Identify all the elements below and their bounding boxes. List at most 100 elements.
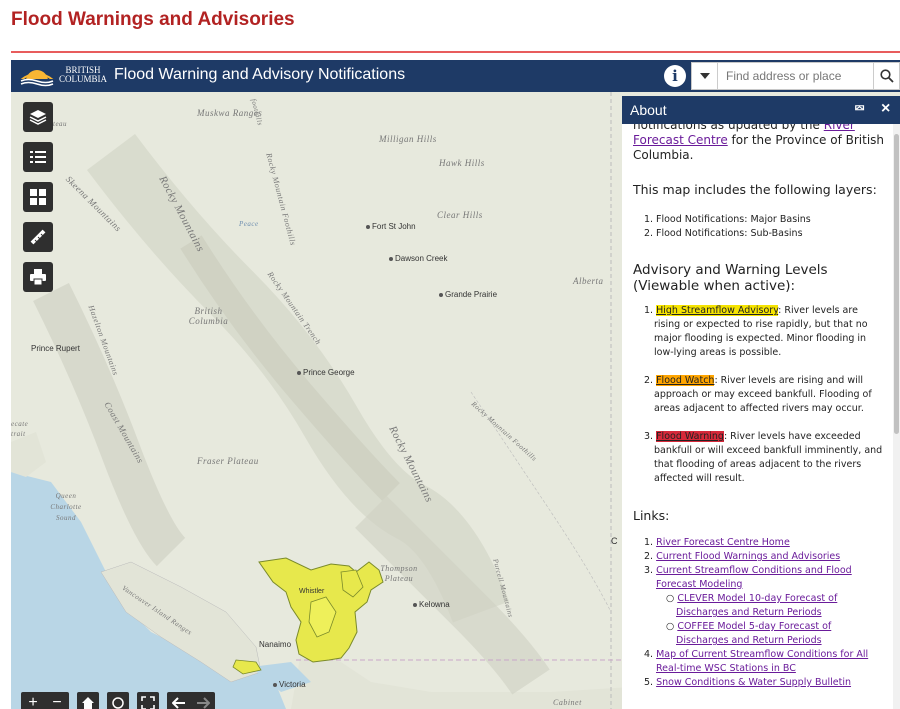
search-source-dropdown[interactable] <box>692 63 718 89</box>
about-intro: notifications as updated by the River Fo… <box>633 124 888 163</box>
printer-icon <box>30 269 46 286</box>
list-item: ○ COFFEE Model 5-day Forecast of Dischar… <box>666 621 832 646</box>
fullscreen-button[interactable] <box>137 692 159 709</box>
basemap-gallery-button[interactable] <box>23 182 53 212</box>
about-panel-title: About <box>630 102 667 118</box>
terrain-label: British Columbia <box>188 306 229 326</box>
app-header: BRITISH COLUMBIA Flood Warning and Advis… <box>11 60 900 92</box>
about-scrollbar[interactable] <box>893 124 900 709</box>
terrain-label: Clear Hills <box>437 210 483 220</box>
terrain-label: Thompson Plateau <box>380 564 418 583</box>
city-name: Whistler <box>299 588 325 595</box>
bc-wordmark: BRITISH COLUMBIA <box>59 66 107 84</box>
list-item: 4. Map of Current Streamflow Conditions … <box>644 649 869 674</box>
warning-level-link[interactable]: Flood Warning <box>656 431 724 442</box>
list-item: ○ CLEVER Model 10-day Forecast of Discha… <box>666 593 838 618</box>
arrow-left-icon[interactable] <box>172 697 186 709</box>
list-icon <box>30 151 46 163</box>
layers-heading: This map includes the following layers: <box>633 182 877 197</box>
terrain-label: Peace <box>239 220 259 228</box>
link-streamflow-conditions[interactable]: Current Streamflow Conditions and Flood … <box>656 565 852 590</box>
intro-text: notifications as updated by the <box>633 124 824 132</box>
title-rule <box>11 51 900 53</box>
fullscreen-icon <box>141 696 155 709</box>
caret-down-icon <box>699 73 710 79</box>
link-clever-model[interactable]: CLEVER Model 10-day Forecast of Discharg… <box>676 593 837 618</box>
about-panel: About ⮹ × notifications as updated by th… <box>622 96 900 709</box>
layers-list: 1. Flood Notifications: Major Basins 2. Fl… <box>644 213 886 241</box>
zoom-out-button[interactable]: − <box>52 694 61 709</box>
terrain-label: trait <box>11 430 26 438</box>
about-panel-body: notifications as updated by the River Fo… <box>622 124 892 709</box>
collapse-icon[interactable]: ⮹ <box>854 100 865 117</box>
link-coffee-model[interactable]: COFFEE Model 5-day Forecast of Discharge… <box>676 621 831 646</box>
link-river-forecast-centre-home[interactable]: River Forecast Centre Home <box>656 537 790 548</box>
home-button[interactable] <box>77 692 99 709</box>
city-label: Dawson Creek <box>389 254 447 263</box>
list-item: 2. Flood Watch: River levels are rising … <box>644 375 872 414</box>
search-widget <box>691 62 900 90</box>
city-label: Whistler <box>299 588 324 595</box>
terrain-label: Queen Charlotte Sound <box>50 492 82 522</box>
list-item: 1. Flood Notifications: Major Basins <box>644 214 811 225</box>
info-button[interactable]: i <box>664 65 686 87</box>
city-name: C <box>611 536 618 546</box>
links-heading: Links: <box>633 508 670 523</box>
city-name: Nanaimo <box>259 640 292 649</box>
list-item: 1. High Streamflow Advisory: River level… <box>644 305 868 358</box>
list-item: 2. Flood Notifications: Sub-Basins <box>644 228 803 239</box>
link-current-flood-warnings[interactable]: Current Flood Warnings and Advisories <box>656 551 840 562</box>
layer-name: Flood Notifications: Sub-Basins <box>656 228 803 239</box>
city-name: Kelowna <box>419 600 450 609</box>
terrain-label: Alberta <box>573 276 604 286</box>
print-button[interactable] <box>23 262 53 292</box>
link-wsc-stations-map[interactable]: Map of Current Streamflow Conditions for… <box>656 649 868 674</box>
arrow-right-icon[interactable] <box>196 697 210 709</box>
watch-level-link[interactable]: Flood Watch <box>656 375 715 386</box>
layers-icon <box>29 110 47 125</box>
scrollbar-thumb[interactable] <box>894 134 899 434</box>
locate-button[interactable] <box>107 692 129 709</box>
list-item: 1. River Forecast Centre Home <box>644 537 790 548</box>
zoom-controls: + − <box>21 692 69 709</box>
layers-button[interactable] <box>23 102 53 132</box>
search-icon <box>879 69 894 83</box>
zoom-in-button[interactable]: + <box>28 694 37 709</box>
city-dot <box>366 224 370 229</box>
terrain-label: Hawk Hills <box>439 158 485 168</box>
bc-logo-icon[interactable] <box>19 63 55 87</box>
search-input[interactable] <box>718 63 873 89</box>
bc-line2: COLUMBIA <box>59 74 108 84</box>
links-list: 1. River Forecast Centre Home 2. Current… <box>644 536 886 690</box>
city-dot <box>273 682 277 687</box>
legend-button[interactable] <box>23 142 53 172</box>
city-name: Grande Prairie <box>445 290 498 299</box>
app-title: Flood Warning and Advisory Notifications <box>114 66 406 83</box>
ruler-icon <box>30 229 46 245</box>
link-snow-conditions[interactable]: Snow Conditions & Water Supply Bulletin <box>656 677 851 688</box>
search-button[interactable] <box>873 63 899 89</box>
terrain-label: ecate <box>11 420 29 428</box>
terrain-label: teau <box>53 120 68 128</box>
city-name: Prince George <box>303 368 355 377</box>
list-item: 3. Current Streamflow Conditions and Flo… <box>644 565 852 590</box>
city-label: Nanaimo <box>259 640 291 649</box>
city-label: C <box>611 536 618 546</box>
city-name: Fort St John <box>372 222 416 231</box>
city-name: Prince Rupert <box>31 344 80 353</box>
city-label: Kelowna <box>413 600 450 609</box>
city-label: Prince Rupert <box>31 344 80 353</box>
city-label: Fort St John <box>366 222 416 231</box>
city-label: Victoria <box>273 680 306 689</box>
locate-icon <box>112 697 124 709</box>
city-dot <box>297 370 301 375</box>
extent-navigation <box>167 692 215 709</box>
page-title: Flood Warnings and Advisories <box>11 9 295 30</box>
close-icon[interactable]: × <box>881 100 890 118</box>
home-icon <box>82 697 94 709</box>
measure-button[interactable] <box>23 222 53 252</box>
city-dot <box>439 292 443 297</box>
city-label: Grande Prairie <box>439 290 497 299</box>
advisory-level-link[interactable]: High Streamflow Advisory <box>656 305 779 316</box>
list-item: 2. Current Flood Warnings and Advisories <box>644 551 841 562</box>
